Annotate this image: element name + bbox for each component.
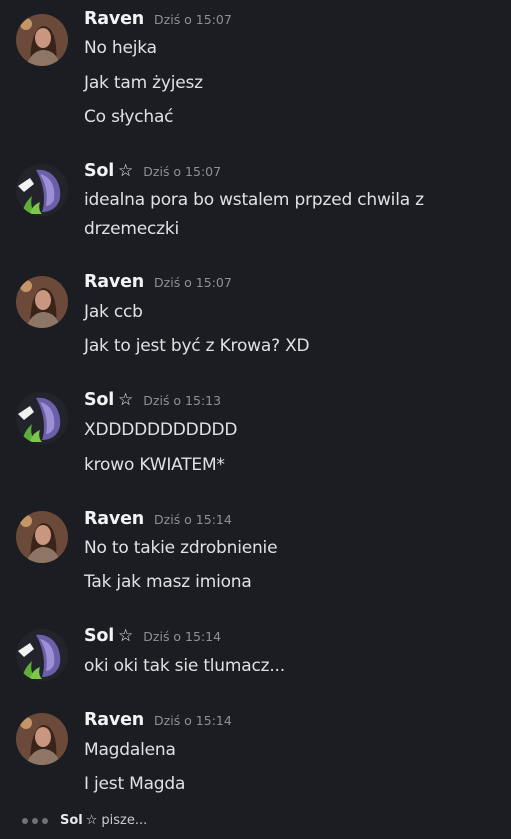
avatar[interactable]: [16, 713, 68, 765]
typing-dot-icon: [42, 817, 48, 824]
message-text[interactable]: I jest Magda: [84, 770, 494, 799]
timestamp: Dziś o 15:14: [154, 512, 232, 527]
message-text[interactable]: Jak ccb: [84, 298, 494, 327]
star-icon: ☆: [85, 813, 98, 828]
timestamp: Dziś o 15:14: [143, 629, 222, 644]
avatar[interactable]: [16, 14, 68, 66]
message-text[interactable]: Jak to jest być z Krowa? XD: [84, 332, 494, 361]
avatar[interactable]: [16, 629, 68, 681]
timestamp: Dziś o 15:07: [154, 275, 232, 290]
message-text[interactable]: oki oki tak sie tlumacz...: [84, 652, 494, 681]
raven-avatar-icon: [16, 14, 68, 66]
username[interactable]: Raven: [84, 710, 144, 730]
username[interactable]: Sol: [84, 390, 114, 410]
raven-avatar-icon: [16, 511, 68, 563]
username[interactable]: Sol: [84, 626, 114, 646]
username[interactable]: Raven: [84, 9, 144, 29]
sol-avatar-icon: [16, 392, 68, 444]
username[interactable]: Raven: [84, 509, 144, 529]
avatar[interactable]: [16, 276, 68, 328]
typing-dot-icon: [22, 817, 28, 824]
username[interactable]: Sol: [84, 161, 114, 181]
typing-username: Sol: [60, 813, 83, 828]
sol-avatar-icon: [16, 164, 68, 216]
sol-avatar-icon: [16, 629, 68, 681]
timestamp: Dziś o 15:07: [154, 12, 232, 27]
raven-avatar-icon: [16, 276, 68, 328]
message-text[interactable]: Tak jak masz imiona: [84, 568, 494, 597]
timestamp: Dziś o 15:13: [143, 393, 222, 408]
typing-dot-icon: [32, 817, 38, 824]
message-text[interactable]: Co słychać: [84, 103, 494, 132]
username[interactable]: Raven: [84, 272, 144, 292]
message-text[interactable]: krowo KWIATEM*: [84, 451, 494, 480]
message-text[interactable]: Jak tam żyjesz: [84, 69, 494, 98]
avatar[interactable]: [16, 392, 68, 444]
message-text[interactable]: No hejka: [84, 34, 494, 63]
star-icon: ☆: [118, 390, 134, 410]
message-text[interactable]: No to takie zdrobnienie: [84, 534, 494, 563]
message-text[interactable]: idealna pora bo wstalem prpzed chwila z …: [84, 186, 494, 244]
star-icon: ☆: [118, 161, 134, 181]
typing-text: pisze...: [101, 813, 148, 828]
timestamp: Dziś o 15:14: [154, 713, 232, 728]
avatar[interactable]: [16, 511, 68, 563]
raven-avatar-icon: [16, 713, 68, 765]
typing-indicator: Sol ☆ pisze...: [22, 813, 147, 828]
timestamp: Dziś o 15:07: [143, 164, 222, 179]
message-text[interactable]: XDDDDDDDDDDD: [84, 416, 494, 445]
avatar[interactable]: [16, 164, 68, 216]
star-icon: ☆: [118, 626, 134, 646]
message-text[interactable]: Magdalena: [84, 736, 494, 765]
